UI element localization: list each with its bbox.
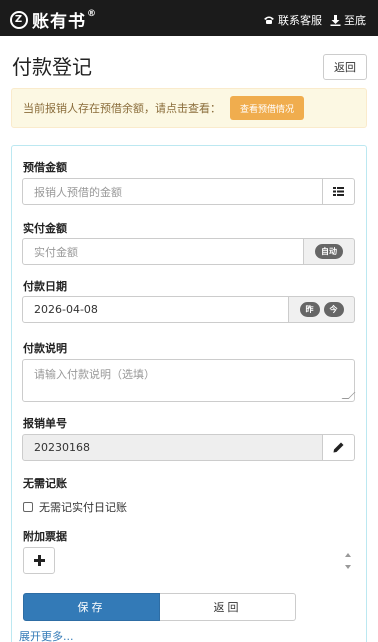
page-title: 付款登记 [12,55,92,79]
reimbursement-no-input: 20230168 [22,434,323,461]
top-bar: Z 账有书 ® 联系客服 至底 [0,0,378,36]
notice-text: 当前报销人存在预借余额，请点击查看： [23,102,221,115]
date-shortcuts: 昨 今 [289,296,355,323]
add-attachment-button[interactable] [23,547,55,574]
actual-amount-group: 实付金额 自动 [22,238,355,265]
yesterday-button[interactable]: 昨 [299,302,320,317]
form-actions: 保存 返回 [23,593,296,621]
description-textarea[interactable]: 请输入付款说明（选填） [22,359,356,402]
advance-notice: 当前报销人存在预借余额，请点击查看： 查看预借情况 [11,88,367,128]
list-icon [333,187,344,196]
description-placeholder: 请输入付款说明（选填） [34,368,155,381]
attachments-label: 附加票据 [23,530,67,543]
no-accounting-label: 无需记账 [23,477,67,490]
bottom-label: 至底 [344,14,366,27]
auto-addon: 自动 [304,238,355,265]
no-accounting-option[interactable]: 无需记实付日记账 [23,499,127,515]
contact-label: 联系客服 [278,14,322,27]
advance-amount-input[interactable]: 报销人预借的金额 [22,178,323,205]
download-icon [330,14,341,26]
no-accounting-checkbox-label: 无需记实付日记账 [39,501,127,514]
payment-date-label: 付款日期 [23,280,67,293]
registered-mark: ® [87,8,97,19]
reimbursement-no-group: 20230168 [22,434,355,461]
logo-mark: Z [10,10,28,29]
description-label: 付款说明 [23,342,67,355]
today-button[interactable]: 今 [323,302,344,317]
pencil-icon [333,442,344,453]
advance-list-button[interactable] [323,178,355,205]
resize-handle[interactable] [341,392,356,399]
scroll-bottom-link[interactable]: 至底 [330,12,366,28]
advance-amount-group: 报销人预借的金额 [22,178,355,205]
actual-amount-input[interactable]: 实付金额 [22,238,304,265]
back-button-bottom[interactable]: 返回 [160,593,296,621]
payment-date-input[interactable]: 2026-04-08 [22,296,289,323]
auto-button[interactable]: 自动 [315,244,343,259]
plus-icon [33,555,45,566]
scroll-stepper[interactable] [344,550,352,572]
no-accounting-checkbox[interactable] [23,502,33,512]
back-button-top[interactable]: 返回 [323,54,367,80]
logo-text: 账有书 [32,12,86,32]
actual-amount-label: 实付金额 [23,222,67,235]
edit-reimbursement-button[interactable] [323,434,355,461]
save-button[interactable]: 保存 [23,593,160,621]
phone-icon [264,16,274,24]
view-advance-button[interactable]: 查看预借情况 [230,96,305,120]
contact-support-link[interactable]: 联系客服 [263,12,322,28]
expand-more-link[interactable]: 展开更多... [19,628,74,642]
advance-amount-label: 预借金额 [23,161,67,174]
logo[interactable]: Z 账有书 ® [10,7,97,32]
reimbursement-no-label: 报销单号 [23,417,67,430]
payment-date-group: 2026-04-08 昨 今 [22,296,355,323]
top-links: 联系客服 至底 [255,12,366,28]
